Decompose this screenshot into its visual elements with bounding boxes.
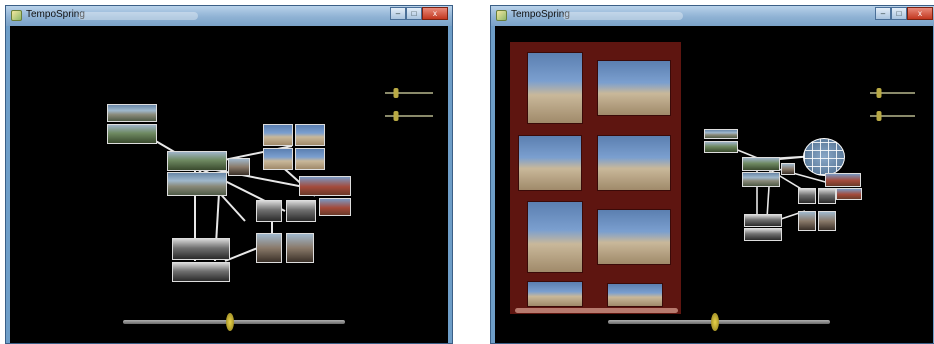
window-title: TempoSpring [26, 9, 85, 20]
title-bar[interactable]: TempoSpring – □ x [491, 6, 934, 26]
photo-thumbnail[interactable] [704, 129, 738, 139]
maximize-icon[interactable]: □ [406, 7, 422, 20]
photo-thumbnail[interactable] [818, 188, 836, 204]
photo-graph-canvas[interactable] [495, 26, 933, 343]
app-icon [11, 10, 22, 21]
window-controls: – □ x [390, 7, 448, 21]
timeline-knob[interactable] [710, 313, 719, 331]
photo-thumbnail[interactable] [742, 157, 780, 171]
photo-thumbnail[interactable] [286, 233, 314, 263]
connection-lines [719, 142, 841, 222]
photo-thumbnail[interactable] [107, 124, 157, 144]
photo-thumbnail[interactable] [798, 211, 816, 231]
connection-lines [129, 125, 326, 262]
minimize-icon[interactable]: – [875, 7, 891, 20]
photo-thumbnail[interactable] [167, 151, 227, 171]
slider-knob[interactable] [393, 88, 399, 98]
maximize-icon[interactable]: □ [891, 7, 907, 20]
photo-graph-canvas[interactable] [10, 26, 448, 343]
spring-slider[interactable] [385, 111, 433, 121]
photo-thumbnail[interactable] [295, 124, 325, 146]
photo-thumbnail[interactable] [228, 158, 250, 176]
photo-thumbnail[interactable] [836, 188, 862, 200]
photo-thumbnail[interactable] [825, 173, 861, 187]
app-icon [496, 10, 507, 21]
photo-sphere-cluster[interactable] [803, 138, 845, 176]
photo-thumbnail[interactable] [781, 163, 795, 175]
photo-thumbnail[interactable] [319, 198, 351, 216]
photo-thumbnail[interactable] [172, 262, 230, 282]
photo-thumbnail[interactable] [172, 238, 230, 260]
title-bar-blur [78, 12, 198, 20]
photo-thumbnail[interactable] [299, 176, 351, 196]
minimize-icon[interactable]: – [390, 7, 406, 20]
tempospring-window-1: TempoSpring – □ x [5, 5, 453, 344]
timeline-track [123, 320, 345, 324]
photo-thumbnail[interactable] [263, 124, 293, 146]
tempospring-window-2: TempoSpring – □ x [490, 5, 934, 344]
timeline-track [608, 320, 830, 324]
photo-thumbnail[interactable] [256, 233, 282, 263]
title-bar-blur [563, 12, 683, 20]
photo-thumbnail[interactable] [798, 188, 816, 204]
timeline-knob[interactable] [225, 313, 234, 331]
window-controls: – □ x [875, 7, 933, 21]
photo-thumbnail[interactable] [818, 211, 836, 231]
photo-thumbnail[interactable] [704, 141, 738, 153]
photo-thumbnail[interactable] [256, 200, 282, 222]
slider-knob[interactable] [876, 88, 882, 98]
zoom-slider[interactable] [870, 88, 915, 98]
slider-knob[interactable] [393, 111, 399, 121]
photo-thumbnail[interactable] [744, 214, 782, 227]
timeline-slider[interactable] [608, 313, 830, 331]
zoom-slider[interactable] [385, 88, 433, 98]
window-title: TempoSpring [511, 9, 570, 20]
slider-knob[interactable] [876, 111, 882, 121]
photo-thumbnail[interactable] [742, 172, 780, 187]
photo-thumbnail[interactable] [744, 228, 782, 241]
close-icon[interactable]: x [422, 7, 448, 20]
photo-thumbnail[interactable] [167, 172, 227, 196]
photo-thumbnail[interactable] [263, 148, 293, 170]
photo-thumbnail[interactable] [286, 200, 316, 222]
close-icon[interactable]: x [907, 7, 933, 20]
title-bar[interactable]: TempoSpring – □ x [6, 6, 452, 26]
photo-thumbnail[interactable] [295, 148, 325, 170]
photo-thumbnail[interactable] [107, 104, 157, 122]
timeline-slider[interactable] [123, 313, 345, 331]
spring-slider[interactable] [870, 111, 915, 121]
